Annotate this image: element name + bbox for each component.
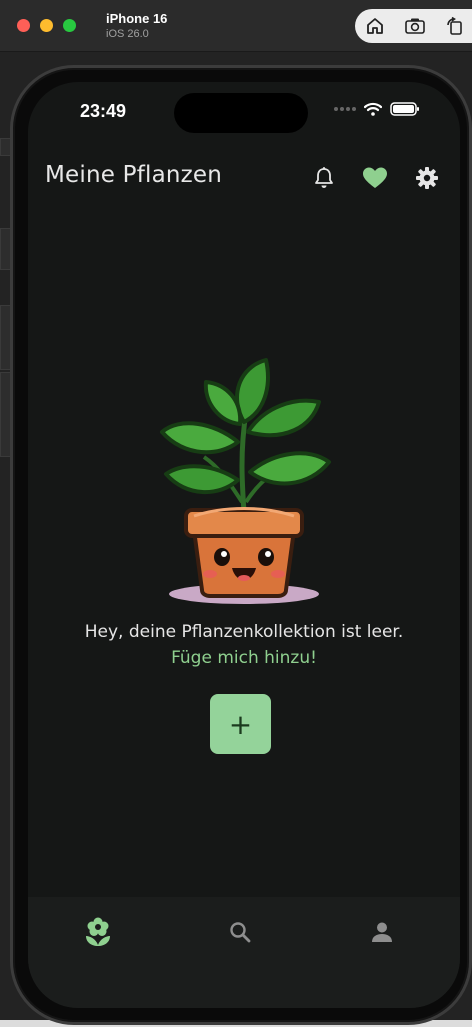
tab-search[interactable] [220, 912, 260, 952]
screenshot-icon [405, 18, 425, 34]
potted-plant-illustration [160, 358, 331, 604]
zoom-window-button[interactable] [63, 19, 76, 32]
status-icons [334, 102, 420, 116]
device-name: iPhone 16 [106, 11, 168, 26]
close-window-button[interactable] [17, 19, 30, 32]
bottom-navigation [28, 897, 460, 1008]
signal-icon [334, 107, 356, 111]
search-icon [230, 922, 251, 943]
plus-icon: + [228, 707, 253, 741]
tab-profile[interactable] [362, 912, 402, 952]
minimize-window-button[interactable] [40, 19, 53, 32]
battery-icon [390, 102, 419, 116]
rotate-icon [447, 16, 462, 35]
simulator-toolbar [355, 9, 472, 43]
empty-state-message: Hey, deine Pflanzenkollektion ist leer. [84, 622, 404, 642]
status-time: 23:49 [80, 101, 127, 121]
page-title: Meine Pflanzen [45, 162, 223, 188]
dynamic-island [174, 93, 308, 133]
simulator-titlebar: iPhone 16 iOS 26.0 [0, 0, 472, 52]
notifications-button[interactable] [308, 162, 340, 194]
settings-button[interactable] [411, 162, 443, 194]
person-icon [372, 922, 392, 942]
home-icon [367, 18, 383, 34]
tab-plants[interactable] [78, 912, 118, 952]
wifi-icon [364, 102, 382, 116]
gear-icon [416, 167, 438, 189]
favorites-button[interactable] [359, 162, 391, 194]
plant-icon [86, 917, 110, 946]
phone-screen: 23:49 Meine Pflanzen Hey, deine Pflanzen… [28, 82, 460, 1008]
os-version: iOS 26.0 [106, 28, 149, 40]
bell-icon [315, 167, 333, 188]
rotate-button[interactable] [435, 9, 472, 43]
heart-icon [363, 167, 387, 188]
home-button[interactable] [355, 9, 395, 43]
screenshot-button[interactable] [395, 9, 435, 43]
add-plant-button[interactable]: + [210, 694, 271, 754]
empty-state-cta[interactable]: Füge mich hinzu! [28, 648, 460, 668]
